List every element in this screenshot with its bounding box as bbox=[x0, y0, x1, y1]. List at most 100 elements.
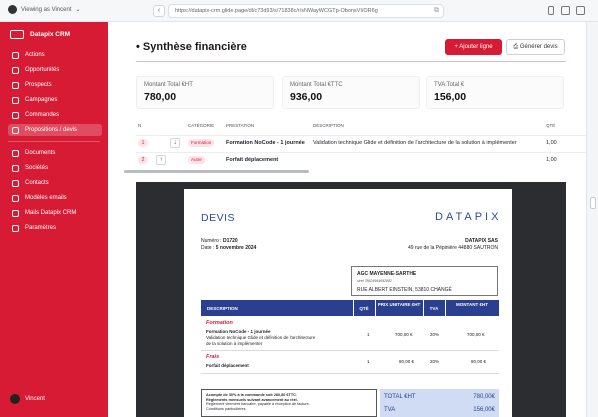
table-row[interactable]: 2 ↑ Autre Forfait déplacement 1,00 bbox=[136, 152, 586, 167]
doc-row-tva: 20% bbox=[430, 359, 440, 364]
user-name: Vincent bbox=[25, 396, 45, 402]
doc-row-amount: 700,00 € bbox=[467, 332, 485, 337]
doc-col-description: DESCRIPTION bbox=[207, 306, 238, 311]
url-bar[interactable]: https://datapix-crm.glide.page/dl/c73d93… bbox=[168, 4, 444, 18]
url-text: https://datapix-crm.glide.page/dl/c73d93… bbox=[175, 8, 378, 14]
prestation-cell: Formation NoCode - 1 journée bbox=[226, 140, 305, 146]
total-label: TVA bbox=[384, 407, 396, 413]
row-divider bbox=[201, 373, 499, 374]
sidebar-item-parametres[interactable]: Paramètres bbox=[8, 222, 102, 234]
sidebar-item-contacts[interactable]: Contacts bbox=[8, 177, 102, 189]
sidebar-item-label: Opportunités bbox=[25, 67, 60, 73]
doc-row-title: Formation NoCode - 1 journée bbox=[206, 329, 271, 334]
user-profile[interactable]: Vincent bbox=[10, 394, 45, 404]
gear-icon bbox=[12, 224, 19, 232]
edit-icon bbox=[12, 51, 19, 59]
sidebar-item-label: Mails Datapix CRM bbox=[25, 210, 77, 216]
scroll-handle[interactable] bbox=[590, 197, 596, 209]
sidebar-item-opportunites[interactable]: Opportunités bbox=[8, 64, 102, 76]
sidebar-item-label: Prospects bbox=[25, 82, 52, 88]
doc-row-category: Formation bbox=[206, 320, 233, 326]
col-prestation: PRESTATION bbox=[226, 123, 255, 128]
sidebar-item-label: Documents bbox=[25, 150, 56, 156]
doc-col-tva: TVA bbox=[429, 306, 439, 311]
viewer-label: Viewing as Vincent bbox=[21, 6, 72, 13]
sidebar-item-modeles-emails[interactable]: Modèles emails bbox=[8, 192, 102, 204]
doc-col-unit-price: PRIX UNITAIRE €HT bbox=[377, 302, 421, 307]
desktop-view-icon[interactable] bbox=[576, 6, 585, 15]
sidebar-item-label: Commandes bbox=[25, 112, 60, 118]
quote-number-label: Numéro : bbox=[201, 238, 223, 244]
send-icon bbox=[12, 209, 19, 217]
sidebar-item-propositions[interactable]: Propositions / devis bbox=[8, 124, 102, 136]
sidebar-item-label: Propositions / devis bbox=[25, 127, 78, 133]
open-external-icon[interactable]: ⧉ bbox=[434, 5, 439, 17]
card-icon bbox=[12, 126, 19, 134]
total-tva-row: TVA 156,00€ bbox=[384, 407, 495, 413]
row-number: 1 bbox=[138, 139, 148, 147]
client-name: AGC MAYENNE-SARTHE bbox=[357, 271, 417, 277]
move-down-icon[interactable]: ↓ bbox=[170, 138, 180, 148]
total-label: TOTAL €HT bbox=[384, 394, 416, 400]
quote-document: DEVIS DATAPIX Numéro : D1720 Date : 5 no… bbox=[184, 189, 512, 417]
company-address: 49 rue de la Pépinière 44880 SAUTRON bbox=[407, 245, 498, 251]
back-button[interactable]: ‹ bbox=[153, 5, 165, 17]
column-divider bbox=[445, 300, 446, 316]
kpi-total-ttc: Montant Total €TTC 936,00 bbox=[282, 76, 420, 109]
terms-line: Conditions particulières bbox=[206, 406, 246, 411]
doc-row-unit-price: 80,00 € bbox=[399, 359, 415, 364]
sidebar-item-commandes[interactable]: Commandes bbox=[8, 109, 102, 121]
doc-row-amount: 80,00 € bbox=[471, 359, 487, 364]
sidebar-item-societes[interactable]: Sociétés bbox=[8, 162, 102, 174]
pdf-preview[interactable]: DEVIS DATAPIX Numéro : D1720 Date : 5 no… bbox=[136, 182, 566, 417]
doc-row-description: de la solution à implémenter bbox=[206, 341, 263, 346]
quote-date: 5 novembre 2024 bbox=[215, 245, 257, 251]
tablet-view-icon[interactable] bbox=[561, 6, 570, 15]
title-divider bbox=[136, 61, 566, 62]
horizontal-scrollbar[interactable] bbox=[124, 170, 309, 173]
mobile-view-icon[interactable] bbox=[548, 6, 554, 15]
sidebar-item-actions[interactable]: Actions bbox=[8, 49, 102, 61]
avatar bbox=[10, 394, 20, 404]
lines-table-header: N CATÉGORIE PRESTATION DESCRIPTION QTÉ bbox=[136, 121, 586, 131]
doc-row-description: Validation technique Glide et définition… bbox=[206, 335, 316, 340]
totals-block: TOTAL €HT 780,00€ TVA 156,00€ bbox=[380, 389, 499, 417]
doc-row-tva: 20% bbox=[430, 332, 440, 337]
document-table-header: DESCRIPTION QTÉ PRIX UNITAIRE €HT TVA MO… bbox=[201, 300, 499, 316]
column-divider bbox=[375, 300, 376, 316]
sidebar-item-mails[interactable]: Mails Datapix CRM bbox=[8, 207, 102, 219]
kpi-total-ht: Montant Total €HT 780,00 bbox=[136, 76, 274, 109]
col-category: CATÉGORIE bbox=[188, 123, 215, 128]
move-up-icon[interactable]: ↑ bbox=[156, 155, 166, 165]
grid-icon bbox=[12, 96, 19, 104]
quantity-cell: 1,00 bbox=[546, 157, 557, 163]
sidebar-item-prospects[interactable]: Prospects bbox=[8, 79, 102, 91]
brand[interactable]: Datapix CRM bbox=[10, 30, 70, 39]
quantity-cell: 1,00 bbox=[546, 140, 557, 146]
logo-icon bbox=[10, 30, 24, 39]
row-number: 2 bbox=[138, 156, 148, 164]
row-divider bbox=[201, 350, 499, 351]
sidebar-item-label: Campagnes bbox=[25, 97, 58, 103]
generate-quote-button[interactable]: ⎙ Générer devis bbox=[506, 39, 565, 55]
kpi-label: Montant Total €TTC bbox=[290, 82, 343, 88]
description-cell: Validation technique Glide et définition… bbox=[313, 140, 517, 146]
sidebar-item-documents[interactable]: Documents bbox=[8, 147, 102, 159]
kpi-tva-total: TVA Total € 156,00 bbox=[426, 76, 564, 109]
kpi-value: 156,00 bbox=[434, 91, 467, 103]
doc-row-unit-price: 700,00 € bbox=[395, 332, 413, 337]
viewer-switcher[interactable]: Viewing as Vincent ⌄ bbox=[8, 5, 81, 14]
quote-number: D1720 bbox=[222, 238, 238, 244]
table-row[interactable]: 1 ↓ Formation Formation NoCode - 1 journ… bbox=[136, 135, 586, 150]
category-badge: Autre bbox=[188, 156, 205, 164]
box-icon bbox=[12, 111, 19, 119]
add-line-button[interactable]: + Ajouter ligne bbox=[445, 39, 502, 55]
kpi-label: TVA Total € bbox=[434, 82, 465, 88]
avatar bbox=[8, 5, 17, 14]
main-content: • Synthèse financière + Ajouter ligne ⎙ … bbox=[108, 22, 586, 417]
sidebar-divider bbox=[8, 141, 100, 142]
sidebar-item-campagnes[interactable]: Campagnes bbox=[8, 94, 102, 106]
vertical-scrollbar[interactable] bbox=[586, 22, 598, 417]
mail-icon bbox=[12, 194, 19, 202]
kpi-value: 936,00 bbox=[290, 91, 323, 103]
